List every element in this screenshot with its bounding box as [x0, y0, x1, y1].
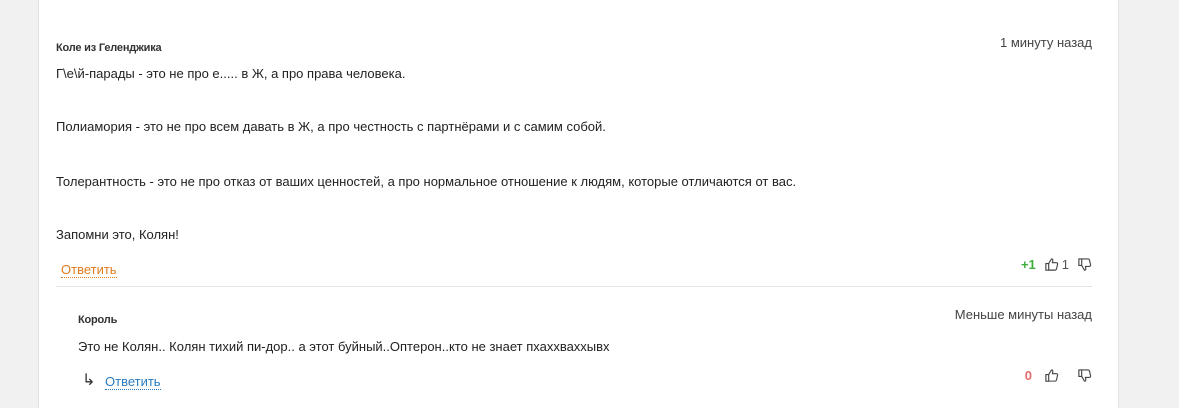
comment-score: 0 — [1024, 368, 1032, 383]
reply-button[interactable]: Ответить — [61, 262, 117, 278]
like-count: 1 — [1061, 257, 1069, 272]
comment-reply: Король Меньше минуты назад Это не Колян.… — [39, 288, 1118, 408]
thumbs-down-icon[interactable] — [1077, 368, 1092, 383]
thumbs-up-icon[interactable] — [1044, 368, 1059, 383]
vote-controls: +1 1 — [1021, 257, 1092, 272]
comment: Коле из Геленджика 1 минуту назад Г\е\й-… — [39, 0, 1118, 287]
reply-arrow-icon: ↳ — [82, 372, 96, 389]
comment-text-paragraph: Г\е\й-парады - это не про е..... в Ж, а … — [56, 66, 406, 81]
reply-button[interactable]: Ответить — [105, 374, 161, 390]
comment-divider — [56, 286, 1092, 287]
comment-author[interactable]: Король — [78, 314, 117, 326]
comment-timestamp: Меньше минуты назад — [954, 307, 1092, 322]
comments-panel: Коле из Геленджика 1 минуту назад Г\е\й-… — [38, 0, 1119, 408]
comment-timestamp: 1 минуту назад — [1000, 35, 1092, 50]
comment-author[interactable]: Коле из Геленджика — [56, 42, 162, 54]
vote-controls: 0 — [1025, 368, 1092, 383]
comment-text-paragraph: Полиамория - это не про всем давать в Ж,… — [56, 119, 606, 134]
comment-text: Это не Колян.. Колян тихий пи-дор.. а эт… — [78, 339, 610, 354]
comment-text-paragraph: Запомни это, Колян! — [56, 227, 179, 242]
comment-text-paragraph: Толерантность - это не про отказ от ваши… — [56, 174, 797, 189]
thumbs-down-icon[interactable] — [1077, 257, 1092, 272]
thumbs-up-icon[interactable] — [1044, 257, 1059, 272]
comment-score: +1 — [1020, 257, 1036, 272]
